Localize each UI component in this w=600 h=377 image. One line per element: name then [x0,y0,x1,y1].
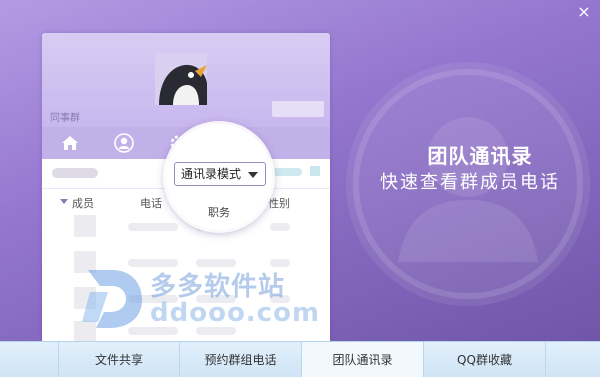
toolbar-square [310,166,320,176]
tab-file-share[interactable]: 文件共享 [58,342,180,377]
group-header-button [272,101,324,117]
user-icon [114,133,134,153]
group-avatar [155,53,207,105]
magnifier-callout: 通讯录模式 职务 [166,124,272,230]
column-member: 成员 [72,197,94,210]
promo-title: 团队通讯录 [427,144,533,168]
contact-mode-dropdown[interactable]: 通讯录模式 [174,162,266,186]
group-header: 同事群 [42,33,330,127]
column-phone: 电话 [140,197,162,210]
home-icon [60,133,80,153]
watermark-logo-icon [82,270,142,328]
close-button[interactable]: × [576,4,592,20]
column-position: 职务 [208,206,230,219]
search-placeholder-bar [52,168,98,178]
main-area: × 团队通讯录 快速查看群成员电话 同事群 成员 电话 性别 通讯录模式 职务 … [0,0,600,341]
contact-mode-value: 通讯录模式 [181,167,242,181]
watermark-en: ddooo.com [150,298,321,328]
list-item [270,223,290,231]
promo-subtitle: 快速查看群成员电话 [380,172,560,193]
tab-team-directory[interactable]: 团队通讯录 [302,342,424,377]
tab-qq-group-favorites[interactable]: QQ群收藏 [424,342,546,377]
list-item [128,223,178,231]
tab-scheduled-call[interactable]: 预约群组电话 [180,342,302,377]
watermark: 多多软件站 ddooo.com [82,262,319,332]
member-avatar-placeholder [74,215,96,237]
collapse-triangle-icon [60,199,68,204]
group-name: 同事群 [50,113,80,124]
toolbar-bar [272,168,302,176]
chevron-down-icon [248,172,258,178]
bottom-tab-bar: 文件共享 预约群组电话 团队通讯录 QQ群收藏 [0,341,600,377]
